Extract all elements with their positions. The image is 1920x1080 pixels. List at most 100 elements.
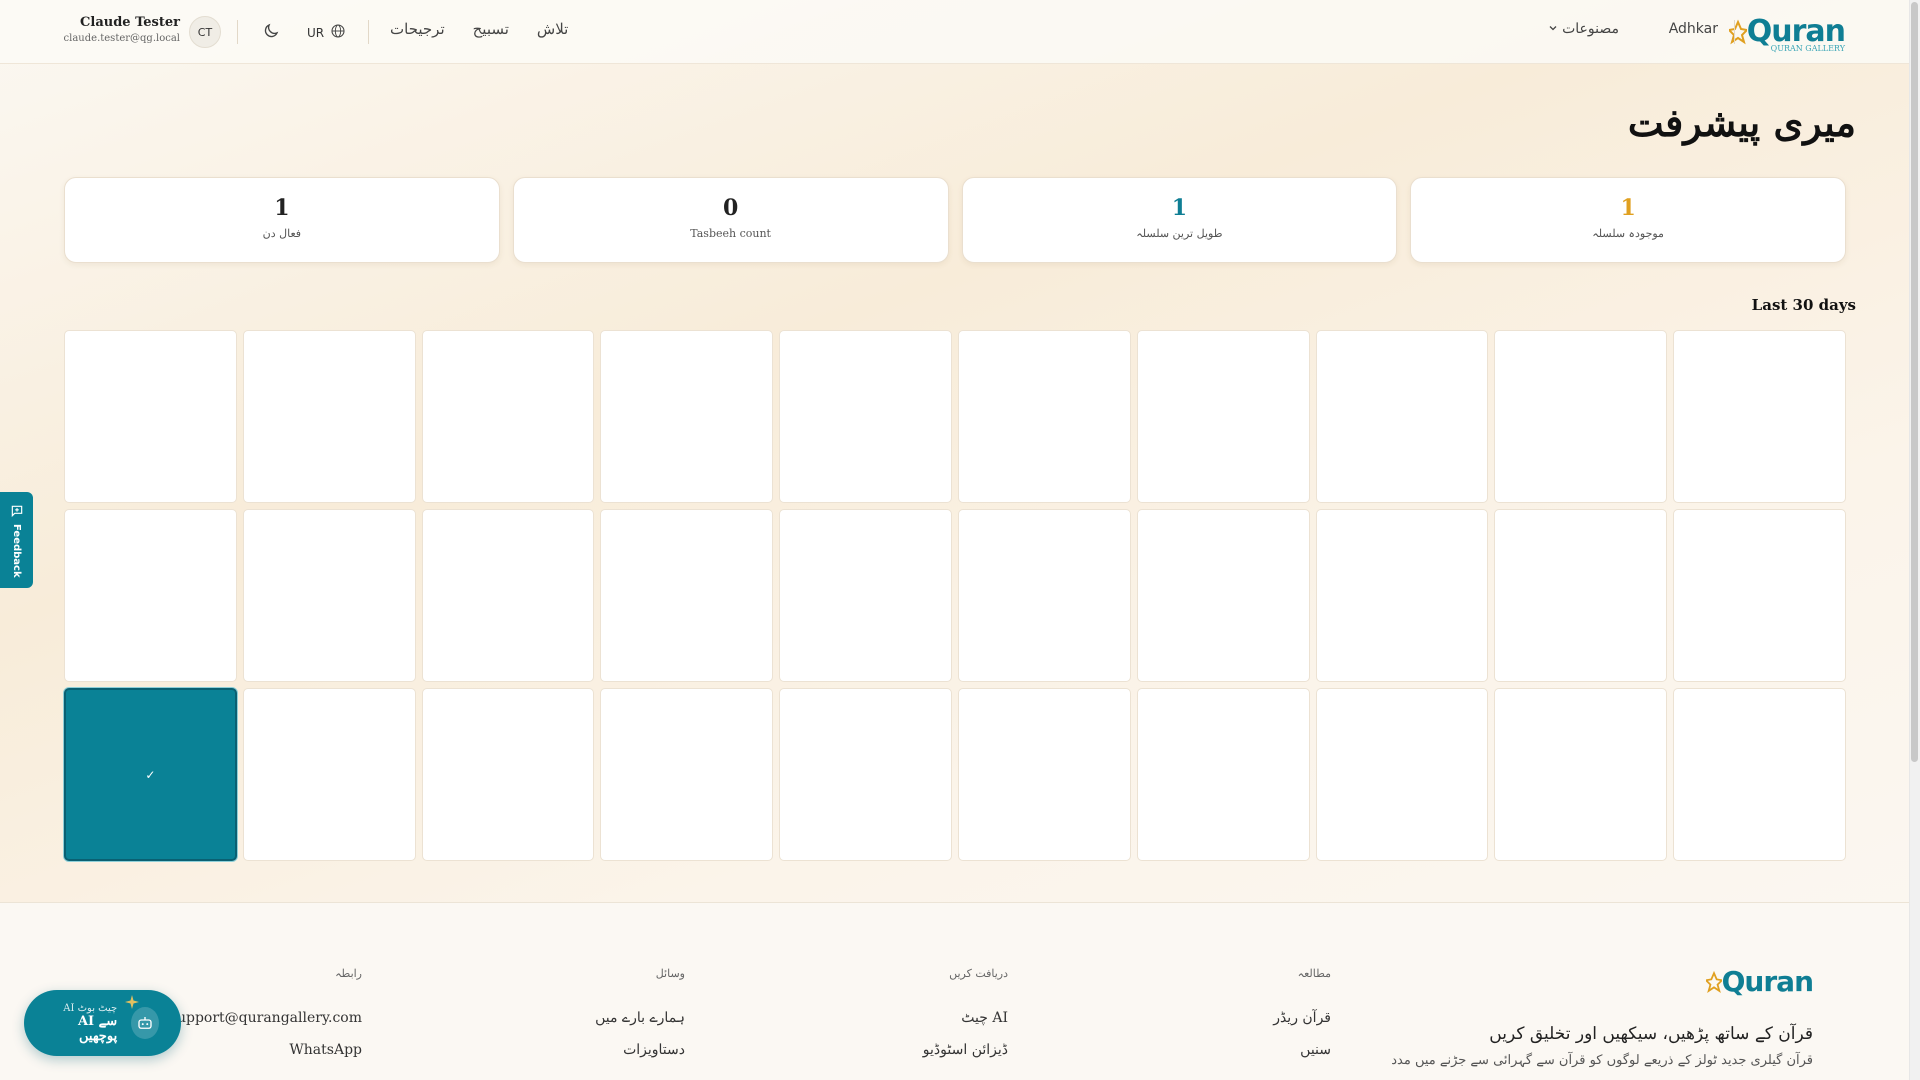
day-cell[interactable] [1494, 509, 1668, 682]
day-cell[interactable] [64, 330, 237, 503]
day-cell[interactable] [779, 688, 952, 861]
avatar[interactable]: CT [189, 16, 221, 48]
stat-active-days: 1 فعال دن [64, 177, 500, 263]
stat-value: 1 [1171, 195, 1188, 221]
footer-logo-text: Quran [1721, 965, 1814, 998]
day-cell[interactable] [1673, 330, 1846, 503]
user-name: Claude Tester [80, 15, 180, 30]
top-header: Quran QURAN GALLERY Adhkar مصنوعات Claud… [0, 0, 1909, 64]
footer-col-study: مطالعہ قرآن ریڈر سنیں [1273, 967, 1331, 1074]
scrollbar[interactable] [1909, 0, 1920, 1080]
divider [1734, 20, 1735, 44]
nav-links: ترجیحات تسبیح تلاش [390, 20, 568, 38]
day-cell[interactable] [1136, 330, 1310, 503]
ai-chat-button[interactable]: AI چیٹ بوٹ AI سے پوچھیں [24, 990, 181, 1056]
message-plus-icon [11, 505, 22, 518]
globe-icon [330, 23, 346, 42]
day-cell[interactable] [421, 509, 595, 682]
day-cell[interactable] [600, 509, 774, 682]
logo-text: Quran [1746, 14, 1846, 49]
stat-value: 1 [274, 195, 290, 221]
logo-subtitle: QURAN GALLERY [1770, 44, 1845, 53]
dark-mode-toggle[interactable] [262, 22, 282, 42]
nav-products-label: مصنوعات [1562, 21, 1619, 37]
day-cell[interactable] [421, 688, 595, 861]
day-cell[interactable] [421, 330, 595, 503]
calendar-label: Last 30 days [1751, 296, 1856, 314]
check-icon: ✓ [145, 767, 156, 782]
day-cell[interactable] [1315, 509, 1489, 682]
day-cell[interactable] [958, 688, 1131, 861]
footer: Quran قرآن کے ساتھ پڑھیں، سیکھیں اور تخل… [0, 902, 1909, 1080]
footer-link[interactable]: قرآن ریڈر [1273, 1010, 1331, 1026]
divider [368, 20, 369, 44]
stat-label: فعال دن [262, 227, 302, 240]
day-cell[interactable] [600, 688, 774, 861]
moon-icon [264, 23, 279, 38]
footer-tagline: قرآن کے ساتھ پڑھیں، سیکھیں اور تخلیق کری… [1489, 1024, 1813, 1044]
day-cell[interactable] [958, 509, 1131, 682]
language-switcher[interactable]: UR [307, 23, 346, 42]
ai-chat-text: AI چیٹ بوٹ AI سے پوچھیں [46, 1003, 117, 1044]
nav-tasbeeh[interactable]: تسبیح [473, 20, 509, 38]
footer-link[interactable]: سنیں [1273, 1042, 1331, 1058]
day-cell[interactable] [779, 330, 952, 503]
feedback-label: Feedback [11, 524, 22, 578]
day-cell[interactable] [1673, 688, 1846, 861]
day-cell[interactable] [779, 509, 952, 682]
day-cell[interactable] [1315, 330, 1489, 503]
scrollbar-thumb[interactable] [1911, 2, 1918, 762]
feedback-tab[interactable]: Feedback [0, 492, 33, 588]
stat-current-streak: 1 موجودہ سلسلہ [1410, 177, 1846, 263]
day-cell[interactable] [1136, 688, 1310, 861]
robot-icon [125, 995, 159, 1039]
footer-heading: مطالعہ [1297, 967, 1331, 980]
stat-label: طویل ترین سلسلہ [1136, 227, 1223, 240]
sparkle-icon [125, 995, 140, 1009]
ai-chat-label: AI سے پوچھیں [77, 1013, 118, 1044]
day-cell[interactable] [1315, 688, 1489, 861]
footer-link[interactable]: ہمارے بارے میں [595, 1010, 685, 1026]
footer-col-contact: رابطہ support@qurangallery.com WhatsApp [170, 967, 362, 1074]
footer-link-whatsapp[interactable]: WhatsApp [170, 1042, 362, 1058]
user-info[interactable]: Claude Tester claude.tester@qg.local [60, 15, 180, 44]
site-logo[interactable]: Quran QURAN GALLERY [1726, 13, 1846, 53]
day-cell[interactable] [1494, 330, 1668, 503]
footer-logo[interactable]: Quran [1705, 965, 1814, 998]
footer-description: قرآن گیلری جدید ٹولز کے ذریعے لوگوں کو ق… [1391, 1053, 1813, 1068]
stats-row: 1 فعال دن 0 Tasbeeh count 1 طویل ترین سل… [64, 177, 1846, 263]
footer-col-resources: وسائل ہمارے بارے میں دستاویزات [595, 967, 685, 1074]
footer-link[interactable]: دستاویزات [595, 1042, 685, 1058]
footer-heading: دریافت کریں [949, 967, 1008, 980]
day-cell-active[interactable]: ✓ [64, 688, 237, 861]
nav-preferences[interactable]: ترجیحات [390, 20, 445, 38]
day-cell[interactable] [1673, 509, 1846, 682]
logo-star-icon [1705, 970, 1722, 993]
day-cell[interactable] [958, 330, 1131, 503]
day-cell[interactable] [1494, 688, 1668, 861]
day-cell[interactable] [242, 509, 416, 682]
stat-tasbeeh-count: 0 Tasbeeh count [512, 177, 949, 263]
day-cell[interactable] [600, 330, 774, 503]
stat-longest-streak: 1 طویل ترین سلسلہ [961, 177, 1398, 263]
page-title: میری پیشرفت [1627, 100, 1856, 145]
nav-products-dropdown[interactable]: مصنوعات [1548, 21, 1619, 37]
footer-heading: وسائل [655, 967, 685, 980]
day-cell[interactable] [242, 688, 416, 861]
stat-label: Tasbeeh count [690, 227, 771, 240]
ai-chat-caption: AI چیٹ بوٹ [63, 1002, 118, 1014]
nav-search[interactable]: تلاش [537, 20, 568, 38]
footer-link[interactable]: ڈیزائن اسٹوڈیو [923, 1042, 1008, 1058]
day-cell[interactable] [1136, 509, 1310, 682]
chevron-down-icon [1548, 21, 1558, 37]
language-code: UR [307, 25, 325, 40]
nav-adhkar[interactable]: Adhkar [1669, 21, 1718, 37]
divider [237, 20, 238, 44]
day-cell[interactable] [242, 330, 416, 503]
footer-link[interactable]: AI چیٹ [923, 1010, 1008, 1026]
footer-link-email[interactable]: support@qurangallery.com [170, 1010, 362, 1026]
stat-value: 1 [1620, 195, 1636, 221]
calendar-grid: ✓ [64, 330, 1846, 861]
day-cell[interactable] [64, 509, 237, 682]
logo-star-icon [1726, 18, 1749, 46]
